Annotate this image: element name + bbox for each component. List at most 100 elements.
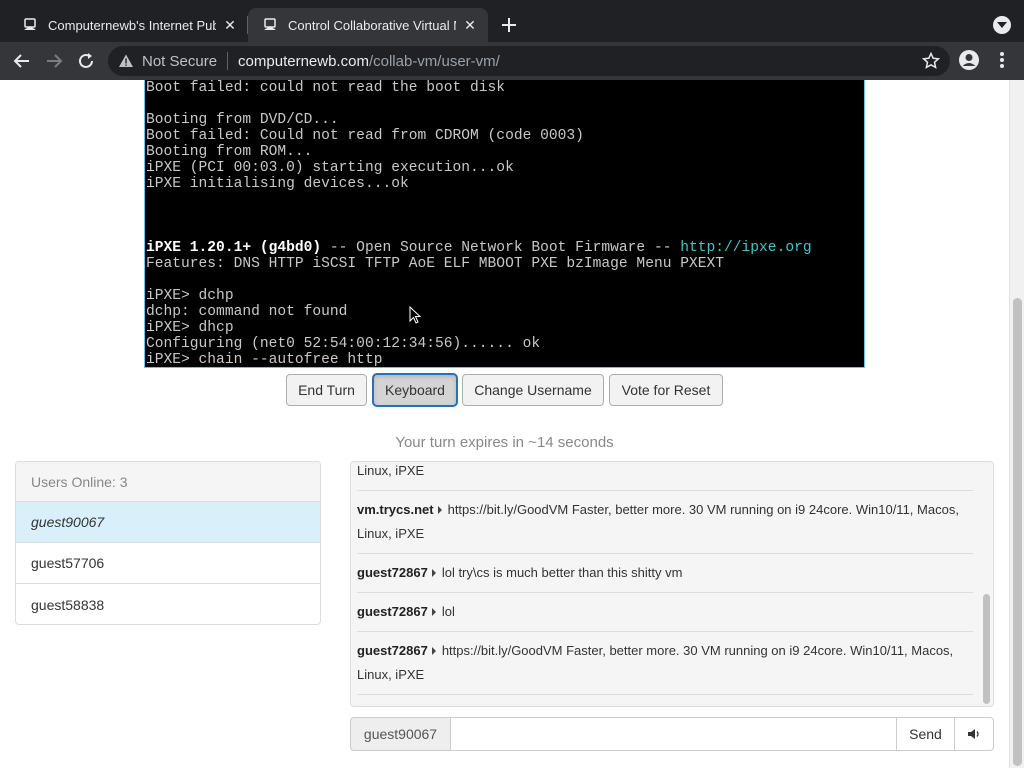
- vm-terminal-line: Features: DNS HTTP iSCSI TFTP AoE ELF MB…: [146, 256, 864, 272]
- page-scrollbar[interactable]: [1009, 80, 1024, 768]
- caret-right-icon: [431, 608, 436, 616]
- vm-terminal-line: Boot failed: Could not read from CDROM (…: [146, 128, 864, 144]
- vm-version-text: iPXE 1.20.1+ (g4bd0): [146, 240, 322, 256]
- tab-search-chevron-icon[interactable]: [993, 16, 1011, 34]
- vm-terminal-line: iPXE> chain --autofree http: [146, 352, 864, 368]
- vm-terminal-line: [146, 272, 864, 288]
- reload-icon[interactable]: [75, 50, 97, 72]
- end-turn-button[interactable]: End Turn: [286, 374, 367, 406]
- url-divider: [227, 52, 229, 70]
- url-path: /collab-vm/user-vm/: [368, 52, 500, 70]
- collab-vm-page: Boot failed: could not read the boot dis…: [0, 80, 1024, 768]
- user-list-item[interactable]: guest57706: [16, 543, 320, 584]
- send-button[interactable]: Send: [897, 717, 955, 751]
- online-users-panel: Users Online: 3 guest90067 guest57706 gu…: [15, 461, 321, 625]
- vm-line-text: iPXE initialising devices...ok: [146, 176, 409, 192]
- vm-terminal-line: [146, 224, 864, 240]
- vm-line-text: iPXE> dchp: [146, 288, 234, 304]
- vm-line-text: -- Open Source Network Boot Firmware --: [321, 240, 681, 256]
- caret-right-icon: [437, 506, 442, 514]
- chat-message-text: Linux, iPXE: [357, 463, 425, 478]
- chat-message-text: lol try\cs is much better than this shit…: [441, 565, 683, 580]
- chat-message-author[interactable]: vm.trycs.net: [357, 502, 434, 517]
- vm-terminal-line: iPXE> dchp: [146, 288, 864, 304]
- close-tab-icon[interactable]: ✕: [462, 17, 478, 33]
- chat-scroll-thumb[interactable]: [983, 594, 990, 704]
- bookmark-star-icon[interactable]: [922, 52, 940, 70]
- chat-message-input[interactable]: [451, 717, 897, 751]
- chat-message-author[interactable]: guest72867: [357, 565, 428, 580]
- back-arrow-icon[interactable]: [11, 50, 33, 72]
- chat-message-author[interactable]: guest72867: [357, 643, 428, 658]
- vm-terminal-line: iPXE initialising devices...ok: [146, 176, 864, 192]
- caret-right-icon: [431, 647, 436, 655]
- chat-username-label: guest90067: [350, 717, 451, 751]
- vm-terminal-line: Booting from DVD/CD...: [146, 112, 864, 128]
- user-list-item[interactable]: guest90067: [16, 502, 320, 543]
- tab-computernewb-pub[interactable]: Computernewb's Internet Pub ✕: [8, 8, 248, 42]
- chat-message: Linux, iPXE: [357, 462, 973, 491]
- chat-message: guest72867 https://bit.ly/GoodVM Faster, …: [357, 632, 973, 695]
- user-list-item[interactable]: guest58838: [16, 584, 320, 624]
- tab-title: Computernewb's Internet Pub: [48, 17, 216, 33]
- chat-message-text: lol: [441, 604, 455, 619]
- chat-message: Enterprise Qualitydoesn't have fedora :^…: [357, 695, 973, 706]
- warning-triangle-icon[interactable]: [118, 53, 134, 69]
- url-host: computernewb.com: [238, 52, 369, 70]
- vm-terminal-line: dchp: command not found: [146, 304, 864, 320]
- turn-timer: Your turn expires in ~14 seconds: [395, 434, 614, 451]
- vm-terminal-line: [146, 192, 864, 208]
- page-scroll-thumb[interactable]: [1013, 298, 1022, 766]
- chat-message-text: https://bit.ly/GoodVM Faster, better mor…: [357, 502, 959, 541]
- new-tab-icon[interactable]: [498, 14, 520, 36]
- mouse-pointer-icon: [409, 306, 421, 324]
- vm-terminal-line: Booting from ROM...: [146, 144, 864, 160]
- sound-toggle-button[interactable]: [955, 717, 994, 751]
- vote-reset-button[interactable]: Vote for Reset: [609, 374, 723, 406]
- vm-url-text: http://ipxe.org: [680, 240, 812, 256]
- chat-message-text: https://bit.ly/GoodVM Faster, better mor…: [357, 643, 954, 682]
- chat-message-author[interactable]: guest72867: [357, 604, 428, 619]
- vm-line-text: iPXE (PCI 00:03.0) starting execution...…: [146, 160, 514, 176]
- vm-line-text: Booting from DVD/CD...: [146, 112, 339, 128]
- forward-arrow-icon[interactable]: [43, 50, 65, 72]
- site-favicon-icon: [24, 18, 36, 30]
- vm-line-text: iPXE> dhcp: [146, 320, 234, 336]
- profile-avatar-icon[interactable]: [958, 49, 980, 71]
- vm-terminal-line: Configuring (net0 52:54:00:12:34:56)....…: [146, 336, 864, 352]
- vm-line-text: iPXE> chain --autofree http: [146, 352, 383, 368]
- users-online-header: Users Online: 3: [16, 462, 320, 502]
- vm-line-text: Features: DNS HTTP iSCSI TFTP AoE ELF MB…: [146, 256, 725, 272]
- chat-message: guest72867 lol try\cs is much better than…: [357, 554, 973, 593]
- vm-terminal-line: [146, 208, 864, 224]
- vm-terminal-line: iPXE> dhcp: [146, 320, 864, 336]
- security-status[interactable]: Not Secure: [142, 53, 217, 70]
- vm-line-text: dchp: command not found: [146, 304, 348, 320]
- browser-menu-icon[interactable]: [992, 49, 1012, 71]
- chat-message: vm.trycs.net https://bit.ly/GoodVM Faster…: [357, 491, 973, 554]
- caret-right-icon: [431, 569, 436, 577]
- vm-line-text: Booting from ROM...: [146, 144, 313, 160]
- change-username-button[interactable]: Change Username: [462, 374, 604, 406]
- vm-controls: End Turn Keyboard Change Username Vote f…: [0, 374, 1009, 406]
- close-tab-icon[interactable]: ✕: [222, 17, 238, 33]
- tab-collab-vm[interactable]: Control Collaborative Virtual M ✕: [248, 8, 488, 42]
- chat-log[interactable]: Linux, iPXE vm.trycs.net https://bit.ly/Go…: [351, 462, 975, 706]
- speaker-icon: [968, 729, 979, 739]
- vm-terminal-line: iPXE 1.20.1+ (g4bd0) -- Open Source Netw…: [146, 240, 864, 256]
- chat-panel: Linux, iPXE vm.trycs.net https://bit.ly/Go…: [350, 461, 994, 707]
- site-favicon-icon: [264, 18, 276, 30]
- vm-terminal-line: Boot failed: could not read the boot dis…: [146, 80, 864, 96]
- keyboard-button[interactable]: Keyboard: [373, 374, 457, 406]
- vm-line-text: Boot failed: Could not read from CDROM (…: [146, 128, 584, 144]
- chat-scrollbar[interactable]: [981, 462, 993, 706]
- browser-toolbar: Not Secure computernewb.com/collab-vm/us…: [0, 42, 1024, 80]
- chat-message: guest72867 lol: [357, 593, 973, 632]
- vm-terminal-line: iPXE (PCI 00:03.0) starting execution...…: [146, 160, 864, 176]
- chat-input-row: guest90067 Send: [350, 717, 994, 751]
- vm-display[interactable]: Boot failed: could not read the boot dis…: [144, 80, 865, 368]
- address-bar[interactable]: Not Secure computernewb.com/collab-vm/us…: [108, 46, 950, 76]
- tab-title: Control Collaborative Virtual M: [288, 17, 456, 33]
- vm-terminal-line: [146, 96, 864, 112]
- browser-tab-bar: Computernewb's Internet Pub ✕ Control Co…: [0, 0, 1024, 42]
